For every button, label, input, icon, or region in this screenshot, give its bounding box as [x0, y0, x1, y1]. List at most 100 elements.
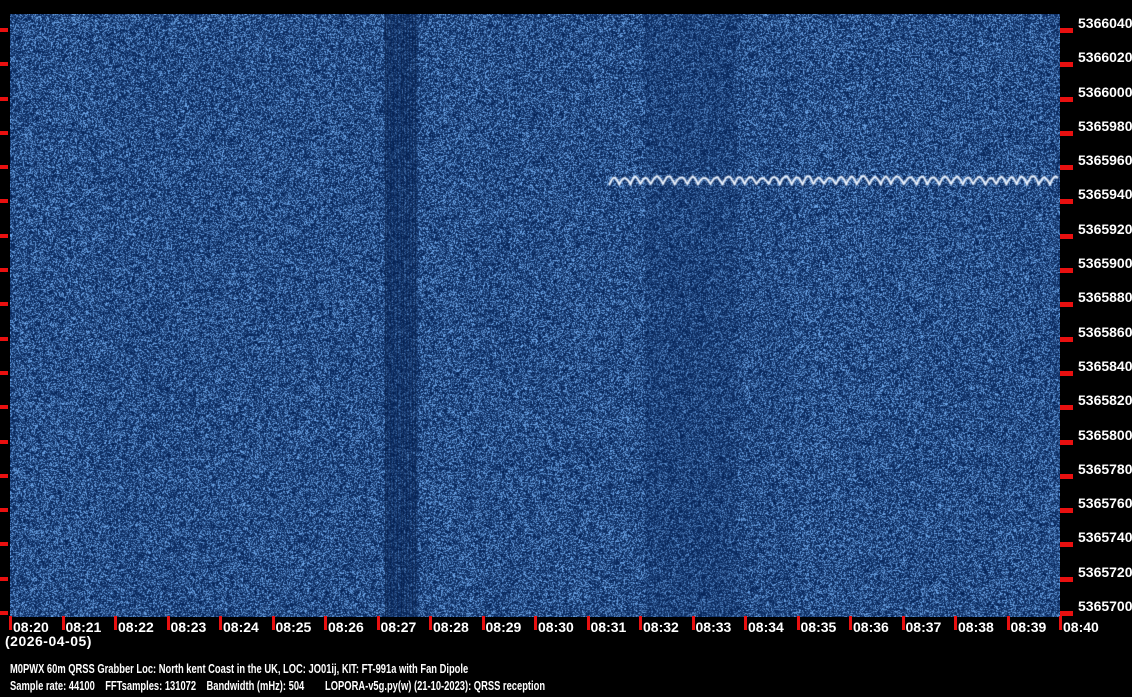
- frequency-tick-right: [1060, 62, 1073, 67]
- time-tick-label: 08:25: [276, 620, 312, 634]
- frequency-tick-label: 5365900: [1078, 255, 1132, 271]
- time-tick-label: 08:29: [486, 620, 522, 634]
- frequency-tick-label: 5365840: [1078, 358, 1132, 374]
- frequency-tick-label: 5366020: [1078, 49, 1132, 65]
- frequency-tick-left: [0, 474, 8, 478]
- frequency-tick-label: 5365940: [1078, 186, 1132, 202]
- frequency-tick-label: 5365960: [1078, 152, 1132, 168]
- frequency-tick-left: [0, 542, 8, 546]
- frequency-tick-left: [0, 371, 8, 375]
- time-tick-label: 08:35: [801, 620, 837, 634]
- time-tick: [324, 616, 327, 630]
- frequency-tick-right: [1060, 474, 1073, 479]
- frequency-tick-label: 5365820: [1078, 392, 1132, 408]
- time-tick-label: 08:22: [118, 620, 154, 634]
- frequency-tick-right: [1060, 542, 1073, 547]
- time-tick: [167, 616, 170, 630]
- time-tick: [534, 616, 537, 630]
- time-tick: [9, 616, 12, 630]
- time-tick-label: 08:39: [1011, 620, 1047, 634]
- frequency-tick-left: [0, 611, 8, 615]
- frequency-tick-left: [0, 405, 8, 409]
- time-tick-label: 08:34: [748, 620, 784, 634]
- frequency-tick-label: 5365980: [1078, 118, 1132, 134]
- time-tick: [482, 616, 485, 630]
- time-tick-label: 08:28: [433, 620, 469, 634]
- time-tick: [1007, 616, 1010, 630]
- frequency-tick-left: [0, 268, 8, 272]
- frequency-tick-left: [0, 62, 8, 66]
- frequency-tick-left: [0, 337, 8, 341]
- time-tick: [272, 616, 275, 630]
- frequency-tick-left: [0, 165, 8, 169]
- frequency-tick-right: [1060, 371, 1073, 376]
- frequency-tick-right: [1060, 28, 1073, 33]
- frequency-tick-right: [1060, 165, 1073, 170]
- time-tick: [849, 616, 852, 630]
- frequency-tick-label: 5365800: [1078, 427, 1132, 443]
- date-label: (2026-04-05): [5, 634, 92, 649]
- frequency-tick-label: 5366040: [1078, 15, 1132, 31]
- time-tick-label: 08:23: [171, 620, 207, 634]
- time-tick: [639, 616, 642, 630]
- frequency-tick-label: 5365920: [1078, 221, 1132, 237]
- frequency-tick-right: [1060, 440, 1073, 445]
- time-tick-label: 08:20: [13, 620, 49, 634]
- frequency-tick-left: [0, 199, 8, 203]
- time-tick-label: 08:32: [643, 620, 679, 634]
- frequency-tick-label: 5365860: [1078, 324, 1132, 340]
- frequency-tick-left: [0, 577, 8, 581]
- station-info-line: M0PWX 60m QRSS Grabber Loc: North kent C…: [10, 662, 468, 676]
- time-tick: [429, 616, 432, 630]
- frequency-tick-right: [1060, 508, 1073, 513]
- frequency-tick-right: [1060, 97, 1073, 102]
- frequency-tick-left: [0, 302, 8, 306]
- frequency-tick-right: [1060, 199, 1073, 204]
- qrss-grabber-view: 5366040 5366020 5366000 5365980 5365960 53659…: [0, 0, 1132, 697]
- time-tick: [219, 616, 222, 630]
- time-tick: [587, 616, 590, 630]
- spectrogram-canvas: [10, 14, 1060, 617]
- frequency-tick-right: [1060, 337, 1073, 342]
- frequency-tick-label: 5366000: [1078, 84, 1132, 100]
- frequency-tick-left: [0, 28, 8, 32]
- frequency-tick-label: 5365760: [1078, 495, 1132, 511]
- frequency-tick-right: [1060, 405, 1073, 410]
- time-tick: [377, 616, 380, 630]
- frequency-tick-label: 5365740: [1078, 529, 1132, 545]
- frequency-tick-right: [1060, 131, 1073, 136]
- time-tick: [692, 616, 695, 630]
- time-tick-label: 08:33: [696, 620, 732, 634]
- time-tick-label: 08:21: [66, 620, 102, 634]
- frequency-tick-left: [0, 131, 8, 135]
- time-tick: [114, 616, 117, 630]
- frequency-tick-right: [1060, 302, 1073, 307]
- time-tick-label: 08:26: [328, 620, 364, 634]
- time-tick: [954, 616, 957, 630]
- capture-settings-line: Sample rate: 44100 FFTsamples: 131072 Ba…: [10, 679, 545, 693]
- time-tick-label: 08:36: [853, 620, 889, 634]
- frequency-tick-label: 5365880: [1078, 289, 1132, 305]
- frequency-tick-left: [0, 97, 8, 101]
- time-tick: [902, 616, 905, 630]
- frequency-tick-label: 5365720: [1078, 564, 1132, 580]
- time-tick: [1059, 616, 1062, 630]
- frequency-tick-right: [1060, 577, 1073, 582]
- time-tick-label: 08:40: [1063, 620, 1099, 634]
- frequency-tick-label: 5365700: [1078, 598, 1132, 614]
- frequency-tick-right: [1060, 268, 1073, 273]
- time-tick: [797, 616, 800, 630]
- time-tick-label: 08:37: [906, 620, 942, 634]
- frequency-tick-left: [0, 234, 8, 238]
- time-tick: [62, 616, 65, 630]
- time-tick: [744, 616, 747, 630]
- time-tick-label: 08:31: [591, 620, 627, 634]
- frequency-tick-left: [0, 508, 8, 512]
- time-tick-label: 08:24: [223, 620, 259, 634]
- frequency-tick-label: 5365780: [1078, 461, 1132, 477]
- time-tick-label: 08:30: [538, 620, 574, 634]
- frequency-tick-left: [0, 440, 8, 444]
- time-tick-label: 08:27: [381, 620, 417, 634]
- time-tick-label: 08:38: [958, 620, 994, 634]
- frequency-tick-right: [1060, 234, 1073, 239]
